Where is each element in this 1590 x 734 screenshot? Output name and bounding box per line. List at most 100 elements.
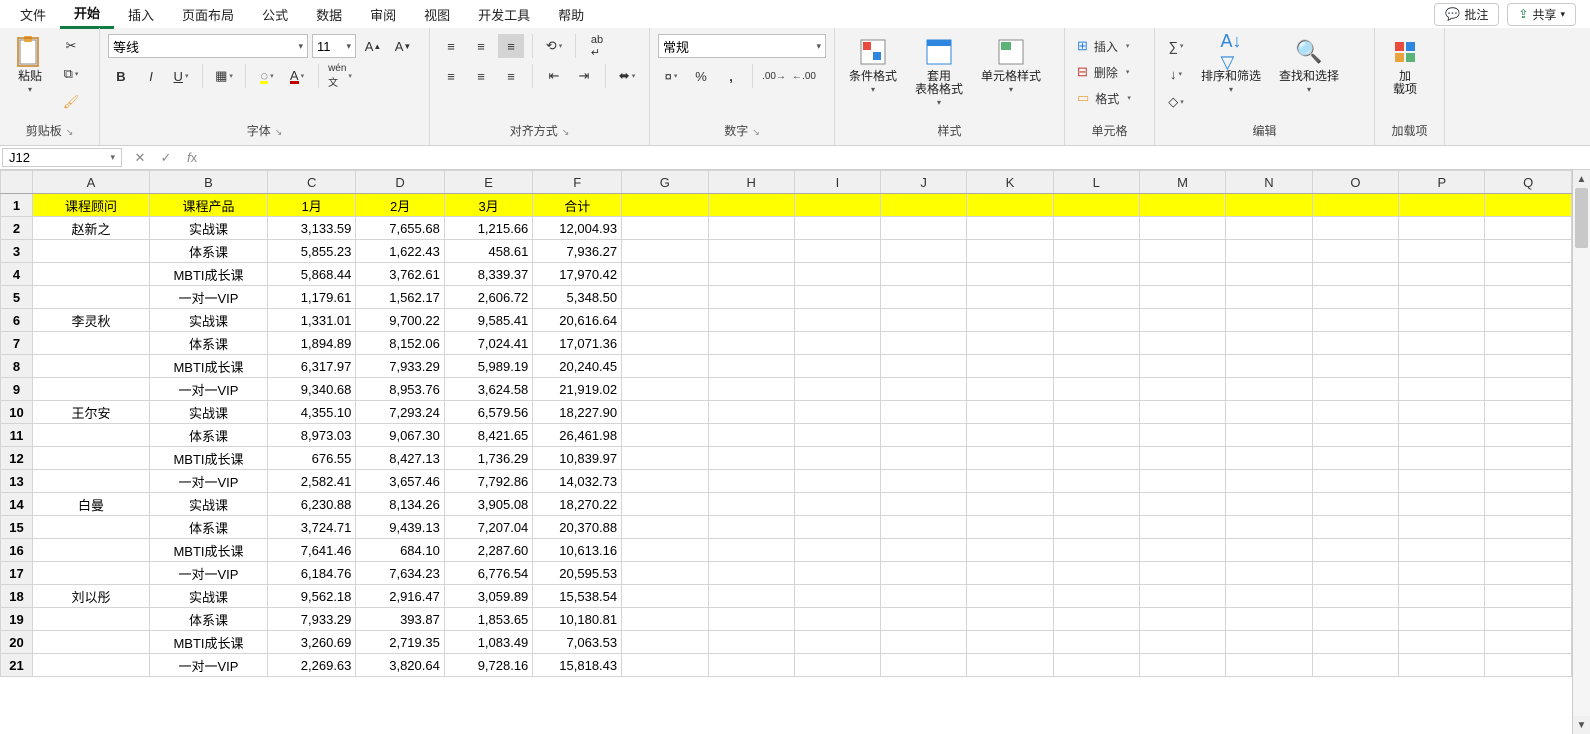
cell-L2[interactable] — [1053, 217, 1139, 240]
cell-P10[interactable] — [1399, 401, 1485, 424]
cell-F11[interactable]: 26,461.98 — [533, 424, 622, 447]
cell-A4[interactable] — [33, 263, 150, 286]
cell-H9[interactable] — [708, 378, 794, 401]
cell-C19[interactable]: 7,933.29 — [267, 608, 355, 631]
decrease-font-button[interactable]: A▼ — [390, 34, 416, 58]
align-top-button[interactable]: ≡ — [438, 34, 464, 58]
cell-F13[interactable]: 14,032.73 — [533, 470, 622, 493]
tab-developer[interactable]: 开发工具 — [464, 1, 544, 28]
cell-C14[interactable]: 6,230.88 — [267, 493, 355, 516]
cell-O4[interactable] — [1312, 263, 1398, 286]
cell-L20[interactable] — [1053, 631, 1139, 654]
cell-F2[interactable]: 12,004.93 — [533, 217, 622, 240]
cell-A19[interactable] — [33, 608, 150, 631]
cell-G20[interactable] — [622, 631, 708, 654]
cell-J5[interactable] — [881, 286, 967, 309]
cell-L5[interactable] — [1053, 286, 1139, 309]
cell-C17[interactable]: 6,184.76 — [267, 562, 355, 585]
column-header-P[interactable]: P — [1399, 171, 1485, 194]
cell-M6[interactable] — [1139, 309, 1225, 332]
cell-D21[interactable]: 3,820.64 — [356, 654, 444, 677]
column-header-L[interactable]: L — [1053, 171, 1139, 194]
cell-F20[interactable]: 7,063.53 — [533, 631, 622, 654]
bold-button[interactable]: B — [108, 64, 134, 88]
cell-H11[interactable] — [708, 424, 794, 447]
cell-Q4[interactable] — [1485, 263, 1572, 286]
cell-M9[interactable] — [1139, 378, 1225, 401]
cell-J20[interactable] — [881, 631, 967, 654]
row-header-10[interactable]: 10 — [1, 401, 33, 424]
cell-D15[interactable]: 9,439.13 — [356, 516, 444, 539]
spreadsheet-grid[interactable]: ABCDEFGHIJKLMNOPQ1课程顾问课程产品1月2月3月合计2赵新之实战… — [0, 170, 1572, 677]
cell-D3[interactable]: 1,622.43 — [356, 240, 444, 263]
cell-N19[interactable] — [1226, 608, 1312, 631]
cell-Q17[interactable] — [1485, 562, 1572, 585]
cell-F21[interactable]: 15,818.43 — [533, 654, 622, 677]
cell-E20[interactable]: 1,083.49 — [444, 631, 532, 654]
cell-N10[interactable] — [1226, 401, 1312, 424]
cell-N20[interactable] — [1226, 631, 1312, 654]
row-header-13[interactable]: 13 — [1, 470, 33, 493]
cell-M4[interactable] — [1139, 263, 1225, 286]
cell-B8[interactable]: MBTI成长课 — [150, 355, 268, 378]
cell-C12[interactable]: 676.55 — [267, 447, 355, 470]
cell-H5[interactable] — [708, 286, 794, 309]
comments-button[interactable]: 💬批注 — [1434, 3, 1499, 26]
number-launcher[interactable] — [752, 124, 760, 138]
border-button[interactable]: ▦ — [211, 64, 237, 88]
cell-K3[interactable] — [967, 240, 1053, 263]
cell-L1[interactable] — [1053, 194, 1139, 217]
cell-K18[interactable] — [967, 585, 1053, 608]
cell-G1[interactable] — [622, 194, 708, 217]
cell-B9[interactable]: 一对一VIP — [150, 378, 268, 401]
cell-G8[interactable] — [622, 355, 708, 378]
cell-I5[interactable] — [794, 286, 880, 309]
cell-I8[interactable] — [794, 355, 880, 378]
cell-K13[interactable] — [967, 470, 1053, 493]
cell-F5[interactable]: 5,348.50 — [533, 286, 622, 309]
cell-C13[interactable]: 2,582.41 — [267, 470, 355, 493]
cell-E19[interactable]: 1,853.65 — [444, 608, 532, 631]
cell-I2[interactable] — [794, 217, 880, 240]
cell-E5[interactable]: 2,606.72 — [444, 286, 532, 309]
cancel-formula-button[interactable]: ✕ — [128, 148, 152, 168]
cell-O19[interactable] — [1312, 608, 1398, 631]
cell-I6[interactable] — [794, 309, 880, 332]
cell-D11[interactable]: 9,067.30 — [356, 424, 444, 447]
cell-P18[interactable] — [1399, 585, 1485, 608]
cell-M8[interactable] — [1139, 355, 1225, 378]
cell-Q1[interactable] — [1485, 194, 1572, 217]
vertical-scrollbar[interactable]: ▲ ▼ — [1572, 170, 1590, 734]
cell-D20[interactable]: 2,719.35 — [356, 631, 444, 654]
font-color-button[interactable]: A — [284, 64, 310, 88]
merge-center-button[interactable]: ⬌ — [614, 64, 640, 88]
cell-A8[interactable] — [33, 355, 150, 378]
cell-A12[interactable] — [33, 447, 150, 470]
cell-O2[interactable] — [1312, 217, 1398, 240]
cell-A5[interactable] — [33, 286, 150, 309]
format-as-table-button[interactable]: 套用 表格格式▾ — [909, 34, 969, 109]
autosum-button[interactable]: ∑ — [1163, 34, 1189, 58]
cell-G6[interactable] — [622, 309, 708, 332]
row-header-6[interactable]: 6 — [1, 309, 33, 332]
row-header-19[interactable]: 19 — [1, 608, 33, 631]
cell-Q10[interactable] — [1485, 401, 1572, 424]
cut-button[interactable]: ✂ — [58, 34, 84, 58]
cell-M5[interactable] — [1139, 286, 1225, 309]
paste-button[interactable]: 粘贴 ▾ — [8, 34, 52, 96]
cell-B5[interactable]: 一对一VIP — [150, 286, 268, 309]
cell-C3[interactable]: 5,855.23 — [267, 240, 355, 263]
column-header-J[interactable]: J — [881, 171, 967, 194]
cell-L17[interactable] — [1053, 562, 1139, 585]
cell-E9[interactable]: 3,624.58 — [444, 378, 532, 401]
clear-button[interactable]: ◇ — [1163, 90, 1189, 114]
cell-J18[interactable] — [881, 585, 967, 608]
cell-P7[interactable] — [1399, 332, 1485, 355]
cell-Q11[interactable] — [1485, 424, 1572, 447]
cell-J8[interactable] — [881, 355, 967, 378]
cell-K1[interactable] — [967, 194, 1053, 217]
select-all-corner[interactable] — [1, 171, 33, 194]
cell-B4[interactable]: MBTI成长课 — [150, 263, 268, 286]
cell-I15[interactable] — [794, 516, 880, 539]
row-header-5[interactable]: 5 — [1, 286, 33, 309]
